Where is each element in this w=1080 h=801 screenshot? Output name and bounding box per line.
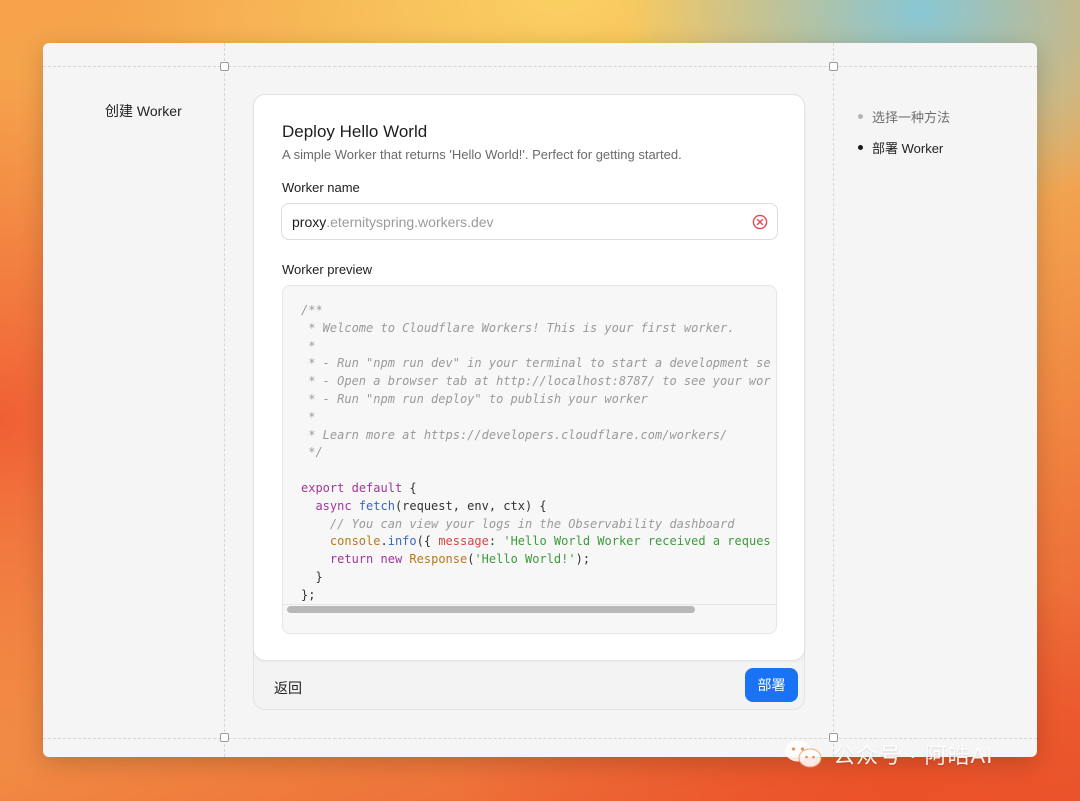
deploy-card-body: Deploy Hello World A simple Worker that …: [253, 94, 805, 661]
code-line: };: [301, 587, 316, 602]
step-list: 选择一种方法 部署 Worker: [858, 101, 950, 163]
worker-domain-suffix: .eternityspring.workers.dev: [326, 213, 494, 230]
code-line: * - Open a browser tab at http://localho…: [301, 374, 771, 389]
worker-name-input[interactable]: proxy .eternityspring.workers.dev: [281, 203, 778, 240]
code-line: *: [301, 409, 316, 424]
step-dot: [858, 145, 863, 150]
code-line: async fetch(request, env, ctx) {: [315, 498, 547, 513]
clear-circle-x-icon[interactable]: [752, 214, 768, 230]
layout-guide: [833, 43, 834, 757]
page-title: 创建 Worker: [105, 103, 182, 119]
code-line: * - Run "npm run deploy" to publish your…: [301, 391, 648, 406]
deploy-card: Deploy Hello World A simple Worker that …: [253, 94, 805, 710]
resize-handle[interactable]: [220, 62, 229, 71]
code-line: ​: [301, 462, 775, 480]
worker-name-value[interactable]: proxy: [292, 214, 326, 230]
back-button[interactable]: 返回: [274, 678, 302, 698]
code-line: console.info({ message: 'Hello World Wor…: [329, 534, 771, 549]
code-line: */: [301, 445, 323, 460]
code-line: /**: [301, 303, 323, 317]
layout-guide: [43, 66, 1037, 67]
code-line: * Welcome to Cloudflare Workers! This is…: [301, 320, 735, 335]
worker-name-label: Worker name: [282, 180, 360, 195]
watermark-text: 公众号 · 阿皓AI: [833, 743, 994, 768]
horizontal-scrollbar-thumb[interactable]: [287, 606, 695, 613]
code-line: * Learn more at https://developers.cloud…: [301, 427, 728, 442]
layout-guide: [224, 43, 225, 757]
step-label: 部署 Worker: [872, 141, 944, 156]
code-content: /** * Welcome to Cloudflare Workers! Thi…: [301, 302, 775, 605]
watermark: 公众号 · 阿皓AI: [783, 738, 993, 770]
code-line: *: [301, 338, 316, 353]
wechat-icon: [785, 740, 822, 768]
code-line: * - Run "npm run dev" in your terminal t…: [301, 356, 771, 371]
step-deploy-worker[interactable]: 部署 Worker: [858, 132, 950, 163]
worker-preview-label: Worker preview: [282, 262, 373, 277]
code-line: }: [301, 569, 323, 584]
code-line: return new Response('Hello World!');: [329, 552, 591, 567]
card-title: Deploy Hello World: [282, 122, 428, 141]
step-label: 选择一种方法: [872, 110, 951, 125]
code-line: export default {: [301, 480, 417, 495]
resize-handle[interactable]: [220, 733, 229, 742]
resize-handle[interactable]: [829, 62, 838, 71]
deploy-button[interactable]: 部署: [745, 668, 798, 702]
card-description: A simple Worker that returns 'Hello Worl…: [282, 147, 682, 162]
step-dot: [858, 114, 863, 119]
app-window: 创建 Worker 选择一种方法 部署 Worker Deploy Hello …: [43, 43, 1037, 757]
step-choose-method[interactable]: 选择一种方法: [858, 101, 950, 132]
code-preview[interactable]: /** * Welcome to Cloudflare Workers! Thi…: [282, 285, 777, 634]
code-line: // You can view your logs in the Observa…: [301, 516, 735, 531]
